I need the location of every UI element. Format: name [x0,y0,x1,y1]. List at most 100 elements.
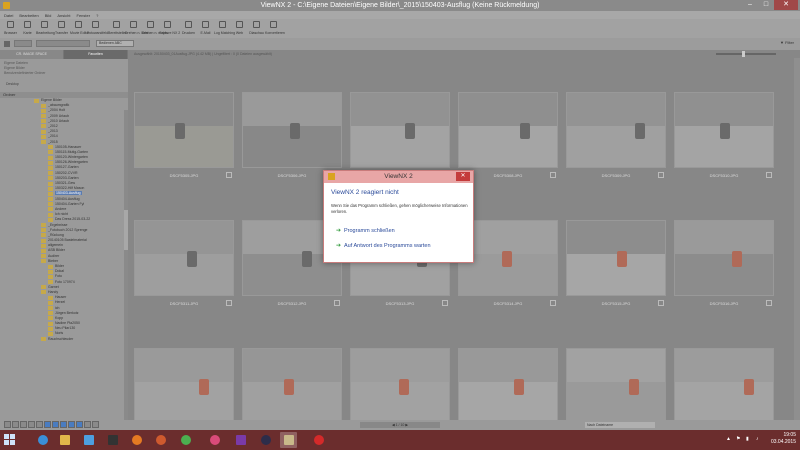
toolbar-button[interactable]: Capture NX 2 [159,19,180,38]
menu-datei[interactable]: Datei [4,13,13,18]
select-dropdown[interactable]: Bedienen ABC [96,40,134,47]
explorer-taskbar-icon[interactable] [56,432,73,448]
folder-label: Neu Pilar130 [55,326,76,331]
view-control-button[interactable] [68,421,75,428]
edit-icon [41,21,48,28]
zoom-slider-knob[interactable] [742,51,745,57]
app-taskbar-icon[interactable] [104,432,121,448]
toolbar-button[interactable]: Movie Editor [70,19,89,38]
tab-favoriten[interactable]: Favoriten [64,50,128,59]
toolbar-button[interactable]: Bearbeitung [36,19,55,38]
view-control-button[interactable] [36,421,43,428]
toolbar-button[interactable]: Drehen n. links [125,19,148,38]
toolbar-button[interactable]: Drehen n. rechts [142,19,168,38]
view-control-button[interactable] [92,421,99,428]
thumbnail[interactable]: DSCF5311.JPG [134,220,234,315]
thumbnail-filename: DSCF5316.JPG [709,301,739,306]
toolbar-button[interactable]: Transfer [53,19,70,38]
windows-start-icon[interactable] [4,434,16,446]
view-control-button[interactable] [60,421,67,428]
desktop-item[interactable]: Desktop [0,78,128,90]
menu-bild[interactable]: Bild [45,13,52,18]
thumbnail[interactable]: DSCF5310.JPG [674,92,774,187]
favorite-item[interactable]: Benutzerdefinierter Ordner [4,71,124,76]
tray-volume-icon[interactable]: ♪ [756,436,762,442]
app4-taskbar-icon[interactable] [257,432,274,448]
windows-taskbar: ▲ ⚑ ▮ ♪ 19:05 03.04.2015 [0,430,800,450]
menu-help[interactable]: ? [96,13,98,18]
close-button[interactable]: ✕ [774,0,798,10]
thumbnail-scrollbar[interactable] [794,58,800,420]
dialog-close-button[interactable]: ✕ [456,172,470,181]
thumbnail-image [566,348,666,424]
thumbnail-status-icon [226,300,232,306]
toolbar-button[interactable]: Bereitstellen [108,19,127,38]
filter-button[interactable]: ▼ Filter [780,40,794,45]
viewnx-taskbar-icon[interactable] [280,432,297,448]
view-control-button[interactable] [20,421,27,428]
page-navigator[interactable]: ◀ 1 / 10 ▶ [360,422,440,428]
tray-expand-icon[interactable]: ▲ [726,436,732,442]
capture-icon [164,21,171,28]
toolbar-button[interactable]: Browser [2,19,19,38]
close-program-label: Programm schließen [344,228,395,234]
view-control-button[interactable] [52,421,59,428]
folder-icon [41,114,46,119]
store-taskbar-icon[interactable] [80,432,97,448]
folder-icon [48,155,53,160]
grid-view-icon[interactable] [4,41,10,47]
view-control-button[interactable] [28,421,35,428]
app2-taskbar-icon[interactable] [152,432,169,448]
toolbar-button[interactable]: Diaschau [248,19,265,38]
folder-tree-item[interactable]: Rauchschleuder [4,337,128,342]
toolbar-button[interactable]: Drucken [180,19,197,38]
folder-icon [41,124,46,129]
thumbnail[interactable]: DSCF5315.JPG [566,220,666,315]
clock[interactable]: 19:05 03.04.2015 [771,432,796,446]
tab-image-space[interactable]: CR. IMAGE SPACE [0,50,64,59]
folder-label: 150404-Garten Fyl [55,201,85,206]
folder-label: Foto [55,274,63,279]
thumbnail[interactable]: DSCF5316.JPG [674,220,774,315]
folder-icon [48,191,53,196]
close-program-option[interactable]: ➔ Programm schließen [336,227,395,234]
ie-taskbar-icon[interactable] [34,432,51,448]
toolbar-button[interactable]: Web [231,19,248,38]
view-mode-toggle[interactable] [14,40,32,47]
maximize-button[interactable]: □ [758,0,774,10]
zoom-slider[interactable] [716,51,776,57]
firefox-taskbar-icon[interactable] [128,432,145,448]
wait-for-response-option[interactable]: ➔ Auf Antwort des Programms warten [336,242,431,249]
tray-flag-icon[interactable]: ⚑ [736,436,742,442]
view-control-button[interactable] [44,421,51,428]
toolbar-button[interactable]: Fotowandfeld [87,19,108,38]
rotate-left-icon [130,21,137,28]
folder-icon [41,108,46,113]
menu-fenster[interactable]: Fenster [77,13,91,18]
clock-time: 19:05 [783,432,796,438]
thumbnail[interactable]: DSCF5305.JPG [134,92,234,187]
toolbar-button[interactable]: Log Matching [214,19,235,38]
chrome-taskbar-icon[interactable] [177,432,194,448]
minimize-button[interactable]: – [742,0,758,10]
app5-taskbar-icon[interactable] [310,432,327,448]
view-control-button[interactable] [84,421,91,428]
folder-label: 150115-Mutig-Garten [55,149,89,154]
dialog-title-bar: ViewNX 2 ✕ [324,171,473,183]
filter-segment[interactable] [36,40,90,47]
itunes-taskbar-icon[interactable] [206,432,223,448]
toolbar-button[interactable]: Konvertieren [265,19,285,38]
folder-icon [48,145,53,150]
toolbar-button[interactable]: E-Mail [197,19,214,38]
toolbar-button[interactable]: Karte [19,19,36,38]
folder-icon [48,212,53,217]
sort-dropdown[interactable]: Nach Dateiname [585,422,655,428]
tray-network-icon[interactable]: ▮ [746,436,752,442]
menu-bearbeiten[interactable]: Bearbeiten [19,13,38,18]
menu-ansicht[interactable]: Ansicht [57,13,70,18]
view-control-button[interactable] [76,421,83,428]
app3-taskbar-icon[interactable] [232,432,249,448]
view-control-button[interactable] [4,421,11,428]
thumbnail[interactable]: DSCF5309.JPG [566,92,666,187]
view-control-button[interactable] [12,421,19,428]
